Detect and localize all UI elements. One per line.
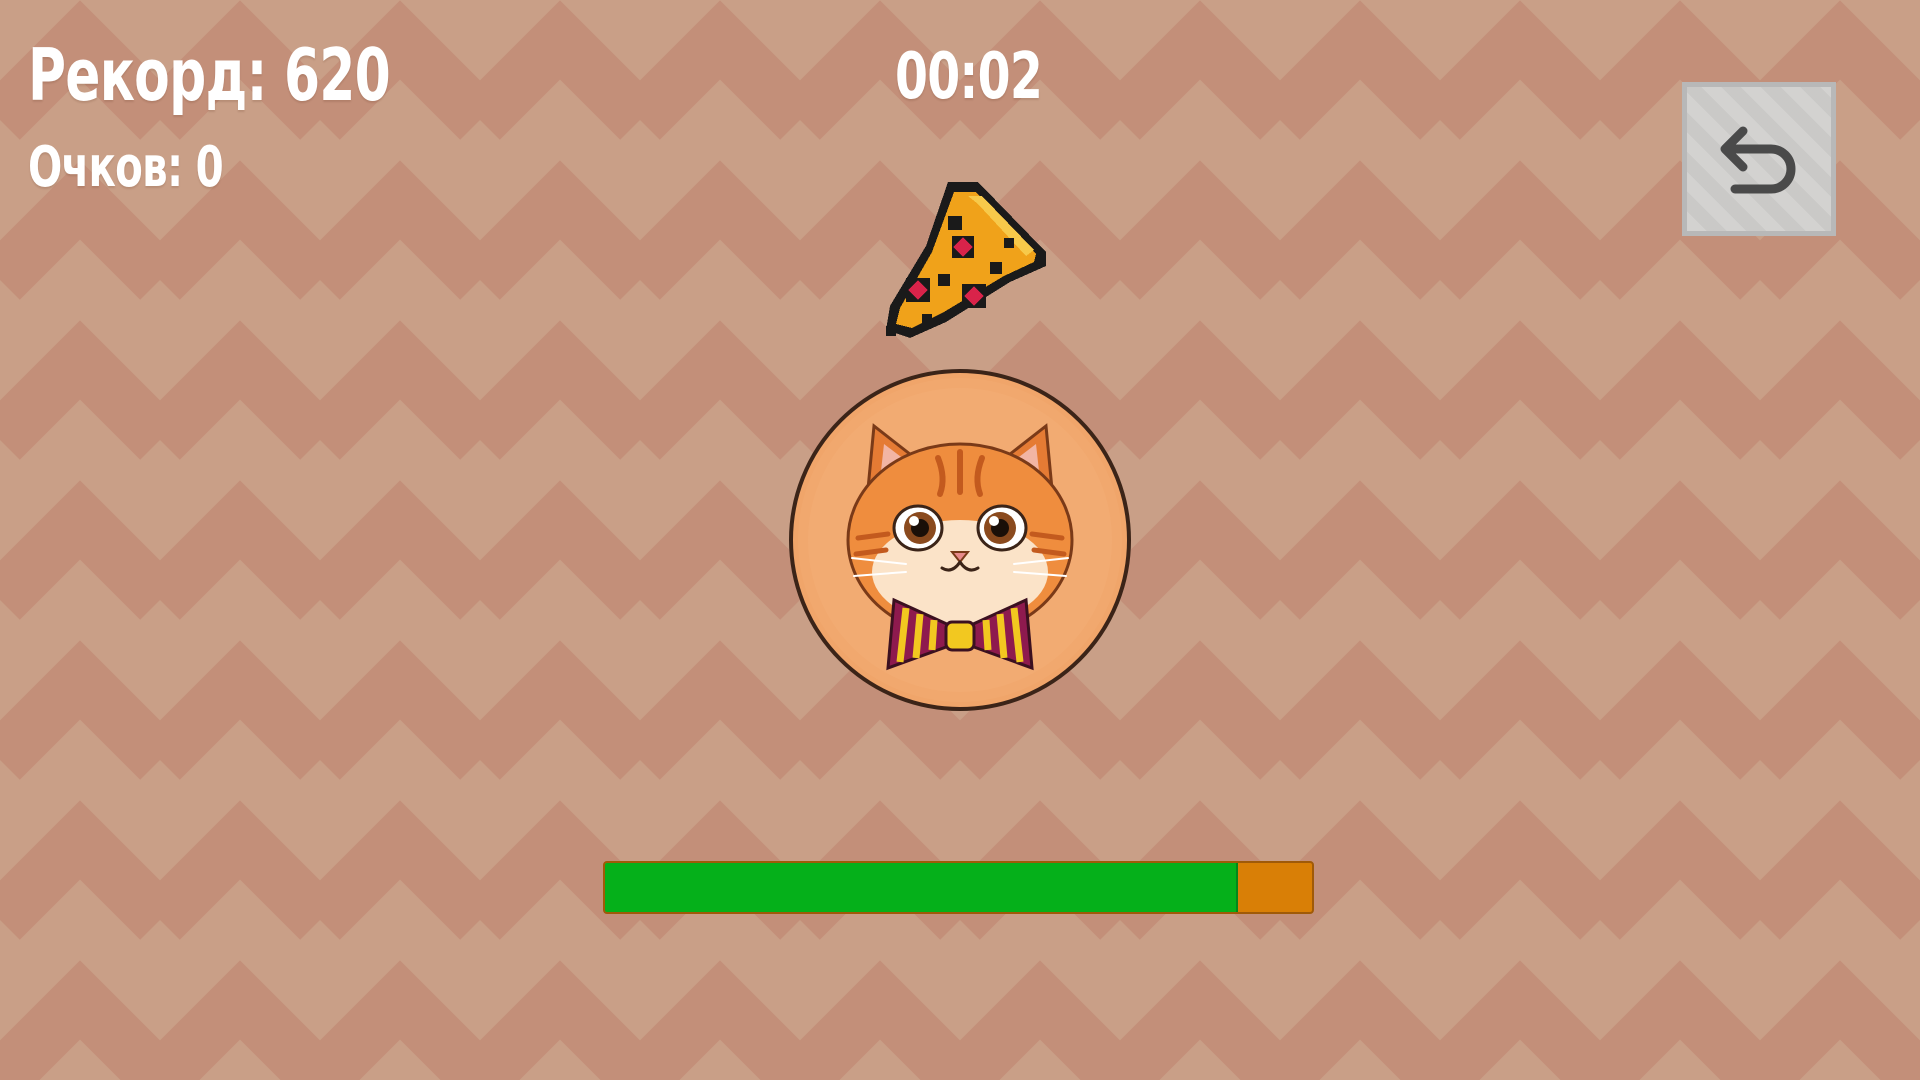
- timer-label: 00:02: [895, 40, 1043, 114]
- progress-bar: [603, 861, 1314, 914]
- undo-arrow-icon: [1720, 126, 1796, 194]
- progress-fill: [605, 863, 1238, 912]
- cat-with-bowtie-icon: [789, 369, 1131, 711]
- score-label: Очков: 0: [28, 135, 224, 200]
- back-button[interactable]: [1682, 82, 1836, 236]
- record-label: Рекорд: 620: [28, 33, 391, 117]
- pizza-slice-icon: [886, 182, 1046, 338]
